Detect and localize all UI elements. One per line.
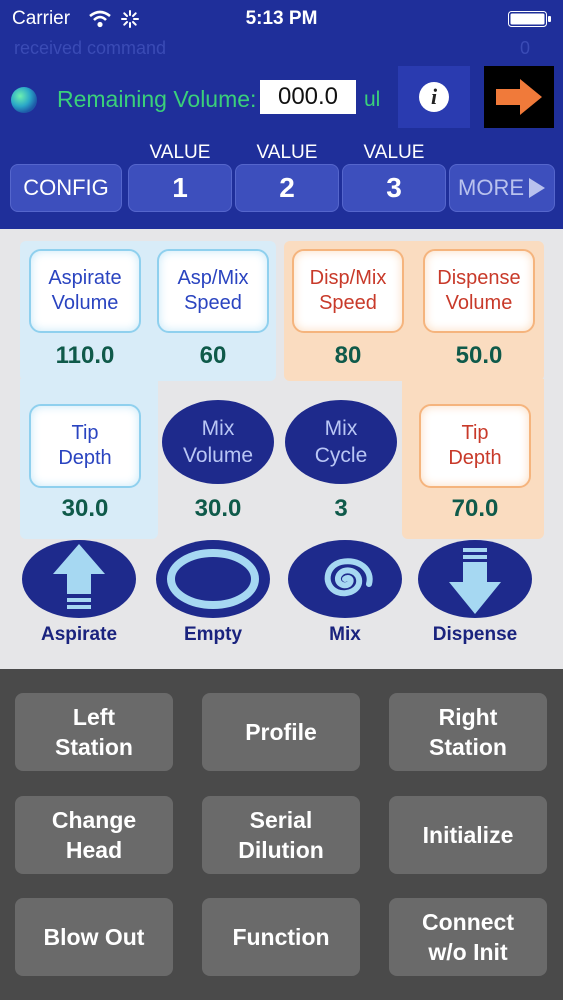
disp-mix-speed-button[interactable]: Disp/Mix Speed: [292, 249, 404, 333]
value-3-button[interactable]: 3: [342, 164, 446, 212]
aspirate-button[interactable]: [22, 540, 136, 618]
arrow-right-icon: [496, 79, 542, 115]
value-2-button[interactable]: 2: [235, 164, 339, 212]
initialize-button[interactable]: Initialize: [389, 796, 547, 874]
next-button[interactable]: [484, 66, 554, 128]
info-button[interactable]: i: [398, 66, 470, 128]
mix-cycle-value: 3: [334, 495, 348, 522]
dispense-volume-value: 50.0: [455, 342, 503, 369]
aspirate-label: Aspirate: [40, 624, 118, 645]
ring-icon: [167, 549, 259, 609]
value-1-button[interactable]: 1: [128, 164, 232, 212]
status-dot-icon: [10, 86, 38, 119]
remaining-volume-label: Remaining Volume:: [57, 86, 257, 112]
remaining-volume-input[interactable]: [260, 80, 356, 114]
tip-depth-right-value: 70.0: [451, 495, 499, 522]
dispense-label: Dispense: [432, 624, 518, 645]
aspirate-volume-label: Aspirate Volume: [48, 267, 122, 314]
more-button[interactable]: MORE: [449, 164, 555, 212]
serial-dilution-button[interactable]: Serial Dilution: [202, 796, 360, 874]
disp-mix-speed-value: 80: [334, 342, 362, 369]
blow-out-button[interactable]: Blow Out: [15, 898, 173, 976]
asp-mix-speed-button[interactable]: Asp/Mix Speed: [157, 249, 269, 333]
received-command-label: received command: [14, 38, 167, 58]
dispense-button[interactable]: [418, 540, 532, 618]
value-header-1: VALUE: [149, 142, 211, 163]
value-header-3: VALUE: [363, 142, 425, 163]
disp-mix-speed-label: Disp/Mix Speed: [309, 267, 387, 314]
aspirate-volume-button[interactable]: Aspirate Volume: [29, 249, 141, 333]
play-triangle-icon: [529, 178, 545, 198]
mix-cycle-button[interactable]: Mix Cycle: [285, 400, 397, 484]
header-panel: Carrier 5:13 PM received command 0 Remai…: [0, 0, 563, 229]
info-icon: i: [419, 82, 449, 112]
dispense-volume-label: Dispense Volume: [437, 267, 521, 314]
right-station-button[interactable]: Right Station: [389, 693, 547, 771]
change-head-button[interactable]: Change Head: [15, 796, 173, 874]
profile-button[interactable]: Profile: [202, 693, 360, 771]
arrow-down-icon: [449, 548, 501, 614]
mix-button[interactable]: [288, 540, 402, 618]
volume-unit-label: ul: [364, 88, 381, 111]
connect-wo-init-button[interactable]: Connect w/o Init: [389, 898, 547, 976]
mix-cycle-label: Mix Cycle: [314, 417, 368, 467]
left-station-button[interactable]: Left Station: [15, 693, 173, 771]
spiral-icon: [324, 558, 373, 597]
battery-icon: [508, 11, 552, 32]
status-time: 5:13 PM: [245, 8, 318, 29]
more-button-label: MORE: [458, 175, 524, 200]
command-counter: 0: [520, 38, 531, 58]
dispense-volume-button[interactable]: Dispense Volume: [423, 249, 535, 333]
arrow-up-icon: [53, 544, 105, 609]
tip-depth-left-value: 30.0: [61, 495, 109, 522]
asp-mix-speed-label: Asp/Mix Speed: [177, 267, 249, 314]
mix-volume-button[interactable]: Mix Volume: [162, 400, 274, 484]
mix-label: Mix: [329, 624, 361, 645]
empty-button[interactable]: [156, 540, 270, 618]
tip-depth-left-button[interactable]: Tip Depth: [29, 404, 141, 488]
asp-mix-speed-value: 60: [199, 342, 227, 369]
mix-volume-label: Mix Volume: [182, 417, 254, 467]
tip-depth-right-button[interactable]: Tip Depth: [419, 404, 531, 488]
empty-label: Empty: [183, 624, 243, 645]
config-button[interactable]: CONFIG: [10, 164, 122, 212]
mix-volume-value: 30.0: [194, 495, 242, 522]
value-header-2: VALUE: [256, 142, 318, 163]
tip-depth-right-label: Tip Depth: [448, 422, 502, 469]
tip-depth-left-label: Tip Depth: [58, 422, 112, 469]
function-button[interactable]: Function: [202, 898, 360, 976]
aspirate-volume-value: 110.0: [55, 342, 115, 369]
